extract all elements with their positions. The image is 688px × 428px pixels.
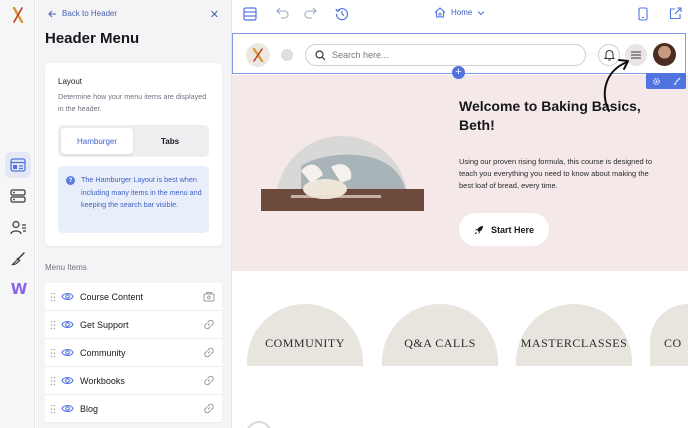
rocket-icon: [474, 225, 483, 234]
section-edit-tools: [646, 73, 686, 89]
external-link-icon[interactable]: [669, 7, 682, 20]
panel-title: Header Menu: [45, 30, 140, 47]
secondary-logo-dot: [281, 49, 293, 61]
category-card-qa-calls[interactable]: Q&A CALLS: [382, 304, 498, 366]
home-icon: [434, 7, 446, 18]
undo-icon[interactable]: [276, 7, 289, 19]
icon-rail: W: [0, 0, 35, 428]
layout-title: Layout: [58, 77, 83, 86]
section-icon-circle: [246, 421, 272, 428]
link-icon: [204, 403, 214, 414]
hero-description: Using our proven rising formula, this co…: [459, 157, 653, 190]
mobile-preview-icon[interactable]: [638, 7, 648, 21]
hamburger-option[interactable]: Hamburger: [61, 128, 133, 154]
redo-icon[interactable]: [304, 7, 317, 19]
menu-item-label: Get Support: [80, 319, 129, 330]
w-app-icon[interactable]: W: [5, 276, 31, 302]
start-here-label: Start Here: [490, 224, 535, 235]
page-selector-label: Home: [451, 8, 473, 17]
editor-toolbar: Home: [232, 0, 688, 31]
back-label: Back to Header: [62, 9, 118, 18]
search-input[interactable]: [332, 50, 562, 60]
menu-item-label: Blog: [80, 403, 99, 414]
brand-logo-icon[interactable]: [9, 6, 27, 24]
site-logo-icon[interactable]: [246, 43, 270, 67]
history-icon[interactable]: [335, 7, 349, 21]
avatar[interactable]: [653, 43, 676, 66]
drag-handle-icon[interactable]: [50, 292, 56, 302]
link-icon: [204, 375, 214, 386]
settings-icon[interactable]: [652, 77, 661, 86]
drag-handle-icon[interactable]: [50, 320, 56, 330]
sections-icon[interactable]: [5, 183, 31, 209]
layout-toggle-icon[interactable]: [243, 7, 257, 21]
eye-icon[interactable]: [61, 347, 74, 358]
info-box: ? The Hamburger Layout is best when incl…: [58, 166, 209, 233]
menu-items-list: Course Content Get Support Community Wor…: [45, 283, 222, 423]
chevron-down-icon: [477, 10, 485, 15]
app-window: W Back to Header ✕ Header Menu Layout De…: [0, 0, 688, 428]
link-icon: [204, 319, 214, 330]
menu-item[interactable]: Community: [45, 339, 222, 367]
site-search: [305, 44, 586, 66]
category-card-partial[interactable]: CO: [650, 304, 688, 366]
category-card-masterclasses[interactable]: MASTERCLASSES: [516, 304, 632, 366]
layout-card: Layout Determine how your menu items are…: [45, 63, 222, 246]
drag-handle-icon[interactable]: [50, 404, 56, 414]
drag-handle-icon[interactable]: [50, 376, 56, 386]
menu-item[interactable]: Blog: [45, 395, 222, 423]
eye-icon[interactable]: [61, 319, 74, 330]
link-icon: [204, 347, 214, 358]
content-icon: [203, 292, 215, 302]
menu-item-label: Course Content: [80, 291, 144, 302]
info-text: The Hamburger Layout is best when includ…: [81, 175, 202, 209]
menu-item[interactable]: Course Content: [45, 283, 222, 311]
menu-item[interactable]: Get Support: [45, 311, 222, 339]
close-icon[interactable]: ✕: [210, 8, 219, 21]
menu-items-label: Menu Items: [45, 263, 87, 272]
members-icon[interactable]: [5, 214, 31, 240]
page-selector[interactable]: Home: [434, 7, 485, 18]
add-section-button[interactable]: +: [452, 66, 465, 79]
layout-toggle: Hamburger Tabs: [58, 125, 209, 157]
category-card-community[interactable]: COMMUNITY: [247, 304, 363, 366]
header-menu-panel: Back to Header ✕ Header Menu Layout Dete…: [36, 0, 232, 428]
search-icon: [315, 49, 326, 60]
site-preview: Welcome to Baking Basics, Beth! Using ou…: [232, 31, 688, 428]
hero-image: [261, 136, 424, 211]
eye-icon[interactable]: [61, 403, 74, 414]
menu-item-label: Workbooks: [80, 375, 125, 386]
brush-icon[interactable]: [5, 245, 31, 271]
arrow-left-icon: [48, 10, 56, 17]
menu-item[interactable]: Workbooks: [45, 367, 222, 395]
eye-icon[interactable]: [61, 375, 74, 386]
start-here-button[interactable]: Start Here: [459, 213, 549, 246]
annotation-arrow-icon: [603, 59, 629, 112]
layout-editor-icon[interactable]: [5, 152, 31, 178]
menu-item-label: Community: [80, 347, 126, 358]
question-icon: ?: [66, 176, 75, 185]
tabs-option[interactable]: Tabs: [134, 128, 206, 154]
eye-icon[interactable]: [61, 291, 74, 302]
back-to-header-link[interactable]: Back to Header: [48, 9, 117, 18]
layout-description: Determine how your menu items are displa…: [58, 92, 207, 113]
drag-handle-icon[interactable]: [50, 348, 56, 358]
brush-icon[interactable]: [672, 77, 681, 86]
